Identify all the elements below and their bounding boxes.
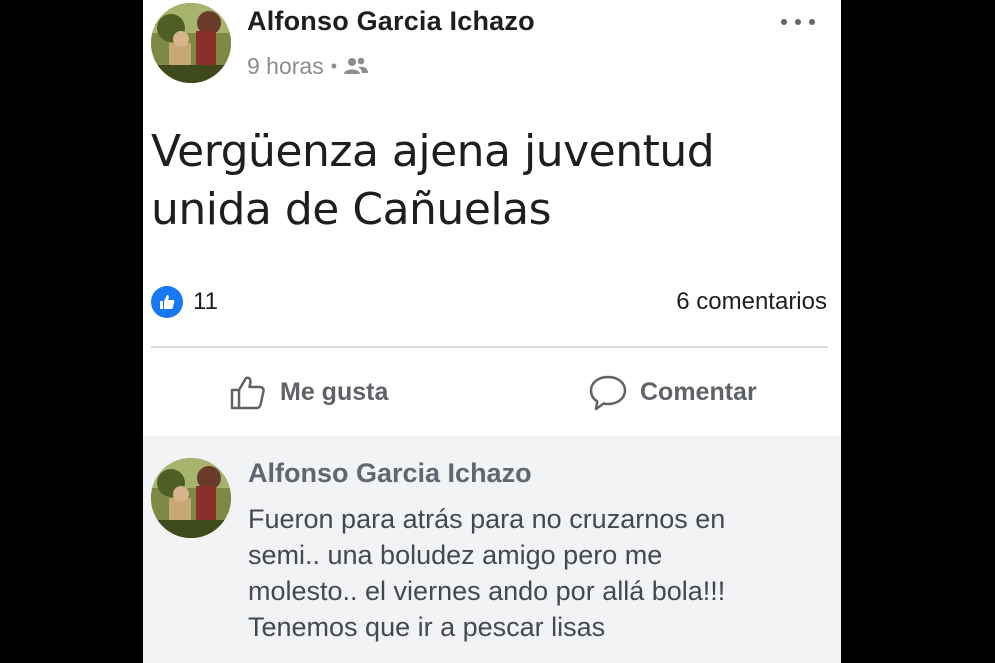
post-author-name[interactable]: Alfonso Garcia Ichazo	[247, 6, 535, 37]
comment-button[interactable]: Comentar	[588, 370, 757, 414]
author-avatar[interactable]	[151, 3, 231, 83]
post-card: Alfonso Garcia Ichazo 9 horas • Vergüenz…	[143, 0, 841, 663]
post-meta: 9 horas •	[247, 52, 369, 80]
thumbs-up-icon	[230, 376, 265, 410]
action-divider	[151, 346, 828, 348]
like-button-label: Me gusta	[280, 377, 389, 406]
comment-line: Tenemos que ir a pescar lisas	[248, 612, 606, 642]
reactions-summary[interactable]: 11	[151, 286, 218, 318]
like-button[interactable]: Me gusta	[228, 370, 388, 414]
avatar-photo-icon	[151, 458, 231, 538]
like-reaction-icon	[151, 286, 183, 318]
post-text: Vergüenza ajena juventud unida de Cañuel…	[151, 126, 715, 235]
comment-author-name[interactable]: Alfonso Garcia Ichazo	[248, 458, 532, 489]
comment-text: Fueron para atrás para no cruzarnos en s…	[248, 501, 833, 645]
comments-section: Alfonso Garcia Ichazo Fueron para atrás …	[143, 436, 841, 663]
meta-separator: •	[330, 55, 338, 76]
more-options-icon	[781, 19, 787, 25]
comment-line: Fueron para atrás para no cruzarnos en	[248, 504, 726, 534]
more-options-button[interactable]	[781, 10, 815, 34]
comment-button-label: Comentar	[640, 377, 757, 406]
avatar-photo-icon	[151, 3, 231, 83]
comment-line: semi.. una boludez amigo pero me	[248, 540, 663, 570]
like-count: 11	[193, 288, 218, 315]
comment-bubble-icon	[589, 375, 627, 411]
post-timestamp[interactable]: 9 horas	[247, 53, 324, 80]
comment-count-link[interactable]: 6 comentarios	[676, 288, 827, 316]
friends-icon[interactable]	[343, 56, 369, 76]
comment-line: molesto.. el viernes ando por allá bola!…	[248, 576, 726, 606]
commenter-avatar[interactable]	[151, 458, 231, 538]
post-header: Alfonso Garcia Ichazo 9 horas •	[143, 0, 841, 95]
